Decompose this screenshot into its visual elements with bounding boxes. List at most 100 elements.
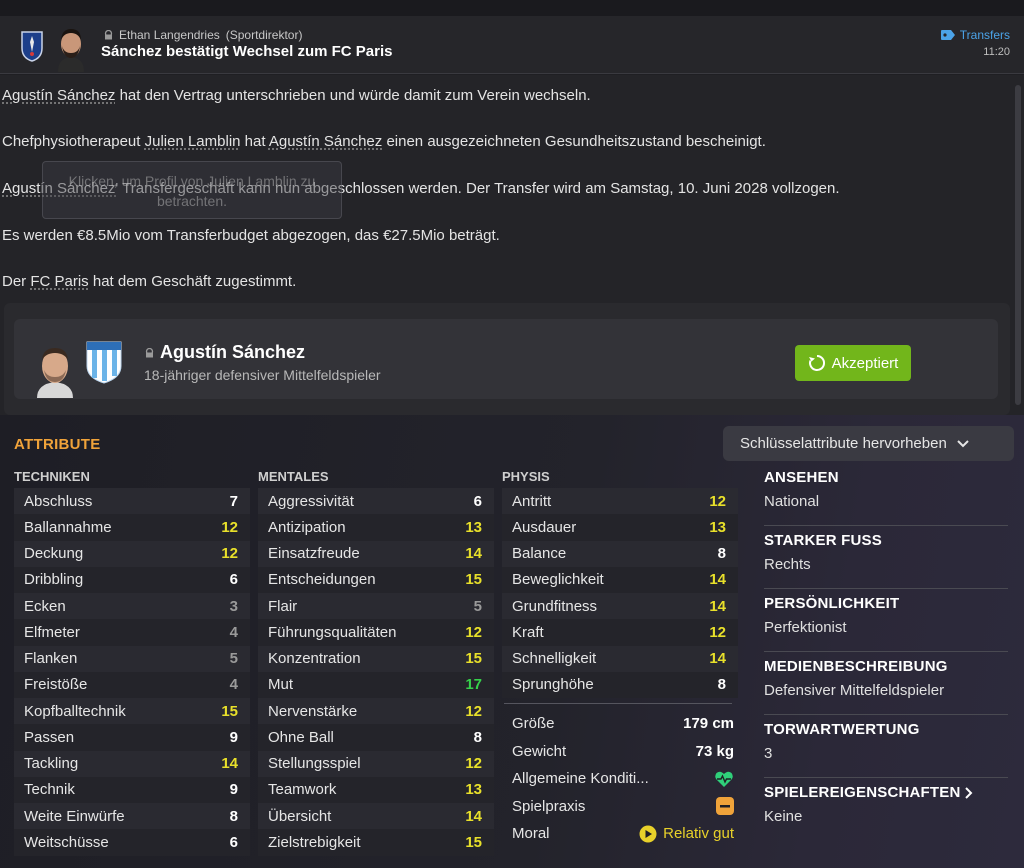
paragraph-4: Es werden €8.5Mio vom Transferbudget abg… bbox=[2, 227, 500, 244]
physio-link[interactable]: Julien Lamblin bbox=[145, 133, 241, 150]
attribute-row[interactable]: Weitschüsse 6 bbox=[14, 829, 250, 856]
attribute-name: Ballannahme bbox=[24, 518, 112, 536]
attribute-value: 14 bbox=[709, 571, 726, 589]
attribute-name: Konzentration bbox=[268, 650, 361, 668]
player-name[interactable]: Agustín Sánchez bbox=[145, 342, 305, 363]
attribute-row[interactable]: Dribbling 6 bbox=[14, 566, 250, 593]
attribute-row[interactable]: Antizipation 13 bbox=[258, 514, 494, 541]
highlight-dropdown-label[interactable]: Schlüsselattribute hervorheben bbox=[740, 435, 947, 452]
attribute-row[interactable]: Entscheidungen 15 bbox=[258, 566, 494, 593]
attribute-row[interactable]: Nervenstärke 12 bbox=[258, 698, 494, 725]
attribute-row[interactable]: Elfmeter 4 bbox=[14, 619, 250, 646]
attribute-row[interactable]: Flanken 5 bbox=[14, 645, 250, 672]
attribute-name: Tackling bbox=[24, 755, 79, 773]
attribute-value: 7 bbox=[229, 492, 238, 510]
player-link[interactable]: Agustín Sánchez bbox=[2, 87, 115, 104]
player-avatar-icon[interactable] bbox=[34, 342, 76, 398]
player-name-label[interactable]: Agustín Sánchez bbox=[160, 342, 305, 363]
attribute-row[interactable]: Deckung 12 bbox=[14, 540, 250, 567]
message-scrollbar[interactable] bbox=[1012, 75, 1024, 415]
attribute-row[interactable]: Ballannahme 12 bbox=[14, 514, 250, 541]
attribute-row[interactable]: Technik 9 bbox=[14, 776, 250, 803]
scrollbar-thumb[interactable] bbox=[1015, 85, 1021, 405]
attribute-row[interactable]: Ecken 3 bbox=[14, 593, 250, 620]
attribute-row[interactable]: Ausdauer 13 bbox=[502, 514, 738, 541]
attribute-name: Ohne Ball bbox=[268, 728, 334, 746]
category-tag[interactable]: Transfers bbox=[940, 28, 1010, 42]
club-link[interactable]: FC Paris bbox=[30, 273, 88, 290]
attribute-row[interactable]: Abschluss 7 bbox=[14, 488, 250, 515]
attribute-row[interactable]: Passen 9 bbox=[14, 724, 250, 751]
attribute-row[interactable]: Stellungsspiel 12 bbox=[258, 750, 494, 777]
attribute-value: 14 bbox=[709, 597, 726, 615]
mental-header: MENTALES bbox=[258, 469, 329, 484]
attribute-value: 12 bbox=[221, 518, 238, 536]
attribute-row[interactable]: Aggressivität 6 bbox=[258, 488, 494, 515]
attribute-row[interactable]: Übersicht 14 bbox=[258, 803, 494, 830]
attribute-value: 8 bbox=[717, 545, 726, 563]
attribute-row[interactable]: Freistöße 4 bbox=[14, 671, 250, 698]
attribute-row[interactable]: Kopfballtechnik 15 bbox=[14, 698, 250, 725]
attribute-row[interactable]: Tackling 14 bbox=[14, 750, 250, 777]
attribute-row[interactable]: Schnelligkeit 14 bbox=[502, 645, 738, 672]
technical-header: TECHNIKEN bbox=[14, 469, 90, 484]
highlight-key-attributes-dropdown[interactable]: Schlüsselattribute hervorheben bbox=[723, 426, 1014, 461]
reputation-label: ANSEHEN bbox=[764, 469, 839, 486]
sender-line[interactable]: Ethan Langendries (Sportdirektor) bbox=[104, 28, 302, 42]
reputation-block: ANSEHEN National bbox=[764, 463, 1008, 526]
player-traits-link[interactable]: SPIELEREIGENSCHAFTEN bbox=[764, 784, 1008, 801]
attribute-value: 12 bbox=[465, 755, 482, 773]
attribute-row[interactable]: Führungsqualitäten 12 bbox=[258, 619, 494, 646]
player-info-column: ANSEHEN National STARKER FUSS Rechts PER… bbox=[764, 463, 1008, 841]
match-practice-row[interactable]: Spielpraxis bbox=[502, 793, 742, 821]
attribute-row[interactable]: Einsatzfreude 14 bbox=[258, 540, 494, 567]
attribute-row[interactable]: Teamwork 13 bbox=[258, 776, 494, 803]
category-label[interactable]: Transfers bbox=[960, 28, 1010, 42]
attribute-value: 9 bbox=[229, 781, 238, 799]
attribute-value: 14 bbox=[221, 755, 238, 773]
attribute-row[interactable]: Balance 8 bbox=[502, 540, 738, 567]
sender-name[interactable]: Ethan Langendries bbox=[119, 28, 220, 42]
accepted-button[interactable]: Akzeptiert bbox=[795, 345, 911, 381]
attribute-value: 6 bbox=[229, 571, 238, 589]
attribute-value: 15 bbox=[465, 833, 482, 851]
accepted-button-label[interactable]: Akzeptiert bbox=[832, 355, 899, 372]
attribute-name: Technik bbox=[24, 781, 75, 799]
weight-row: Gewicht 73 kg bbox=[502, 738, 742, 766]
attribute-name: Flanken bbox=[24, 650, 78, 668]
condition-row[interactable]: Allgemeine Konditi... bbox=[502, 765, 742, 793]
attribute-row[interactable]: Sprunghöhe 8 bbox=[502, 671, 738, 698]
attribute-value: 4 bbox=[229, 676, 238, 694]
attribute-row[interactable]: Mut 17 bbox=[258, 671, 494, 698]
attribute-name: Weite Einwürfe bbox=[24, 807, 125, 825]
attribute-name: Flair bbox=[268, 597, 298, 615]
attribute-row[interactable]: Ohne Ball 8 bbox=[258, 724, 494, 751]
attribute-row[interactable]: Kraft 12 bbox=[502, 619, 738, 646]
attribute-row[interactable]: Weite Einwürfe 8 bbox=[14, 803, 250, 830]
attribute-value: 4 bbox=[229, 623, 238, 641]
attribute-value: 12 bbox=[709, 492, 726, 510]
personality-label: PERSÖNLICHKEIT bbox=[764, 595, 900, 612]
minus-match-practice-icon bbox=[716, 797, 734, 816]
attribute-row[interactable]: Zielstrebigkeit 15 bbox=[258, 829, 494, 856]
player-traits-block[interactable]: SPIELEREIGENSCHAFTEN Keine bbox=[764, 778, 1008, 841]
message-header: Ethan Langendries (Sportdirektor) Sánche… bbox=[0, 16, 1024, 74]
attribute-name: Kopfballtechnik bbox=[24, 702, 126, 720]
attribute-row[interactable]: Konzentration 15 bbox=[258, 645, 494, 672]
attribute-name: Zielstrebigkeit bbox=[268, 833, 361, 851]
attribute-row[interactable]: Beweglichkeit 14 bbox=[502, 566, 738, 593]
attribute-name: Kraft bbox=[512, 623, 544, 641]
attribute-name: Passen bbox=[24, 728, 75, 746]
sender-avatar-icon[interactable] bbox=[54, 24, 88, 72]
attribute-name: Ecken bbox=[24, 597, 66, 615]
attribute-row[interactable]: Antritt 12 bbox=[502, 488, 738, 515]
attribute-row[interactable]: Grundfitness 14 bbox=[502, 593, 738, 620]
attribute-name: Elfmeter bbox=[24, 623, 80, 641]
attribute-row[interactable]: Flair 5 bbox=[258, 593, 494, 620]
player-subtitle: 18-jähriger defensiver Mittelfeldspieler bbox=[144, 367, 381, 383]
morale-row[interactable]: Moral Relativ gut bbox=[502, 820, 742, 848]
player-link[interactable]: Agustín Sánchez bbox=[269, 133, 382, 150]
racing-club-badge-icon[interactable] bbox=[85, 340, 123, 384]
media-description-value: Defensiver Mittelfeldspieler bbox=[764, 682, 945, 699]
player-traits-label[interactable]: SPIELEREIGENSCHAFTEN bbox=[764, 784, 961, 801]
